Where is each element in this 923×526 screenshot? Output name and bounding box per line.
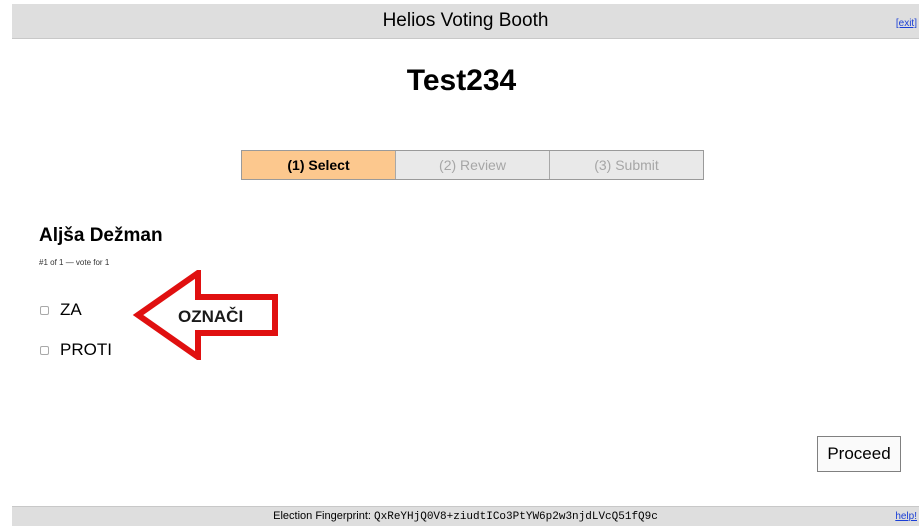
exit-link[interactable]: [exit] [896, 18, 917, 29]
header-bar: Helios Voting Booth [exit] [12, 4, 919, 39]
annotation-label: OZNAČI [178, 307, 244, 326]
booth-title: Helios Voting Booth [382, 10, 549, 31]
election-title: Test234 [406, 64, 517, 97]
step-review: (2) Review [395, 151, 549, 179]
voting-booth-page: Helios Voting Booth [exit] Test234 (1) S… [0, 0, 923, 526]
question-instructions: #1 of 1 — vote for 1 [39, 258, 110, 267]
question-title: Aljša Dežman [39, 225, 163, 246]
answer-option-za[interactable]: ZA [40, 300, 82, 320]
fingerprint-label: Election Fingerprint: [273, 510, 371, 522]
answer-label-za: ZA [60, 300, 82, 319]
answer-checkbox-za[interactable] [40, 305, 49, 315]
step-select: (1) Select [242, 151, 395, 179]
answer-label-proti: PROTI [60, 340, 112, 359]
step-progress: (1) Select (2) Review (3) Submit [241, 150, 704, 180]
step-submit: (3) Submit [549, 151, 703, 179]
election-fingerprint: Election Fingerprint: QxReYHjQ0V8+ziudtI… [12, 510, 919, 523]
footer-bar: Election Fingerprint: QxReYHjQ0V8+ziudtI… [12, 506, 919, 526]
help-link[interactable]: help! [895, 511, 917, 522]
answer-option-proti[interactable]: PROTI [40, 340, 112, 360]
fingerprint-value: QxReYHjQ0V8+ziudtICo3PtYW6p2w3njdLVcQ51f… [374, 511, 658, 523]
answer-checkbox-proti[interactable] [40, 345, 49, 355]
proceed-button[interactable]: Proceed [817, 436, 901, 472]
